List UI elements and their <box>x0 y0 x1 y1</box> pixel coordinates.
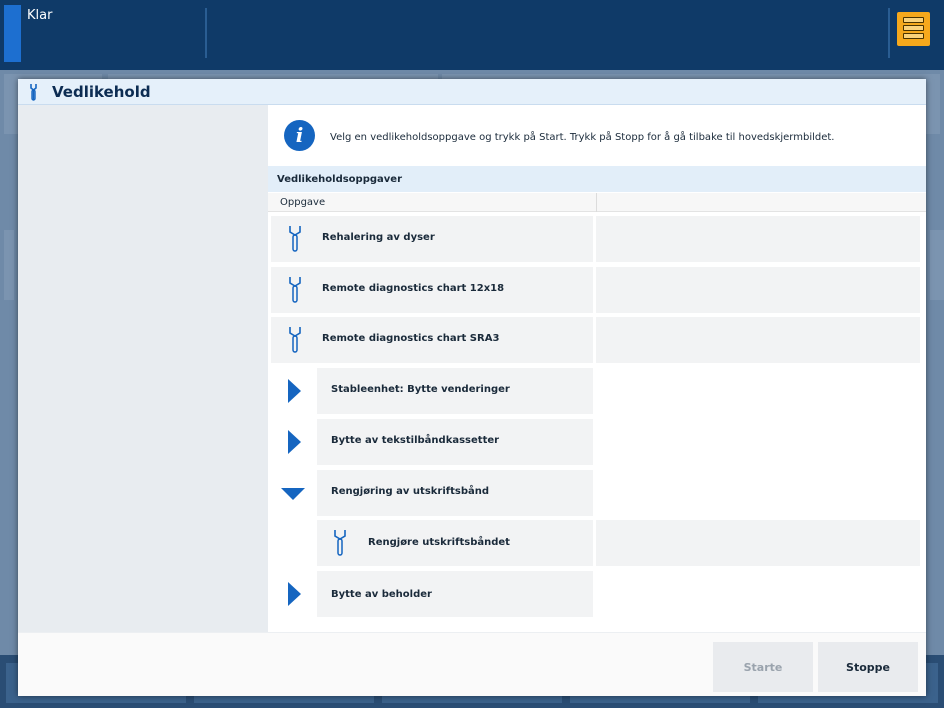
task-group-row[interactable]: Stableenhet: Bytte venderinger <box>268 368 926 414</box>
dialog-footer: Starte Stoppe <box>18 632 926 696</box>
maintenance-dialog: Vedlikehold i Velg en vedlikeholdsoppgav… <box>18 79 926 696</box>
left-pane <box>18 105 268 632</box>
task-group-label: Bytte av tekstilbåndkassetter <box>331 435 500 446</box>
dialog-header: Vedlikehold <box>18 79 926 105</box>
task-pane: i Velg en vedlikeholdsoppgave og trykk p… <box>268 105 926 632</box>
task-label: Remote diagnostics chart SRA3 <box>322 333 500 344</box>
task-row[interactable]: Rengjøre utskriftsbåndet <box>268 520 926 566</box>
printer-status: Klar <box>27 8 53 23</box>
wrench-icon <box>287 276 303 308</box>
start-button[interactable]: Starte <box>713 642 813 692</box>
status-indicator <box>4 5 21 62</box>
expand-arrow-icon[interactable] <box>288 582 301 606</box>
divider <box>205 8 207 58</box>
task-label: Rengjøre utskriftsbåndet <box>368 537 510 548</box>
wrench-icon <box>287 326 303 358</box>
expand-arrow-icon[interactable] <box>288 430 301 454</box>
task-label: Rehalering av dyser <box>322 232 435 243</box>
job-queue-button[interactable] <box>897 12 930 46</box>
dialog-title: Vedlikehold <box>52 83 151 101</box>
column-header: Oppgave <box>268 193 926 212</box>
task-group-label: Stableenhet: Bytte venderinger <box>331 384 510 395</box>
task-group-row[interactable]: Bytte av tekstilbåndkassetter <box>268 419 926 465</box>
task-group-label: Bytte av beholder <box>331 589 432 600</box>
info-icon: i <box>284 120 315 151</box>
task-row[interactable]: Remote diagnostics chart 12x18 <box>268 267 926 313</box>
wrench-icon <box>287 225 303 257</box>
column-header-task: Oppgave <box>280 197 326 208</box>
collapse-arrow-icon[interactable] <box>281 488 305 500</box>
section-title: Vedlikeholdsoppgaver <box>268 166 926 192</box>
task-group-row[interactable]: Rengjøring av utskriftsbånd <box>268 470 926 516</box>
status-bar: Klar <box>0 0 944 70</box>
info-message: Velg en vedlikeholdsoppgave og trykk på … <box>330 132 835 143</box>
wrench-icon <box>27 83 43 105</box>
wrench-icon <box>332 529 348 561</box>
task-group-row[interactable]: Bytte av beholder <box>268 571 926 617</box>
divider <box>888 8 890 58</box>
stop-button[interactable]: Stoppe <box>818 642 918 692</box>
task-row[interactable]: Rehalering av dyser <box>268 216 926 262</box>
task-row[interactable]: Remote diagnostics chart SRA3 <box>268 317 926 363</box>
task-group-label: Rengjøring av utskriftsbånd <box>331 486 490 497</box>
expand-arrow-icon[interactable] <box>288 379 301 403</box>
task-label: Remote diagnostics chart 12x18 <box>322 283 505 294</box>
